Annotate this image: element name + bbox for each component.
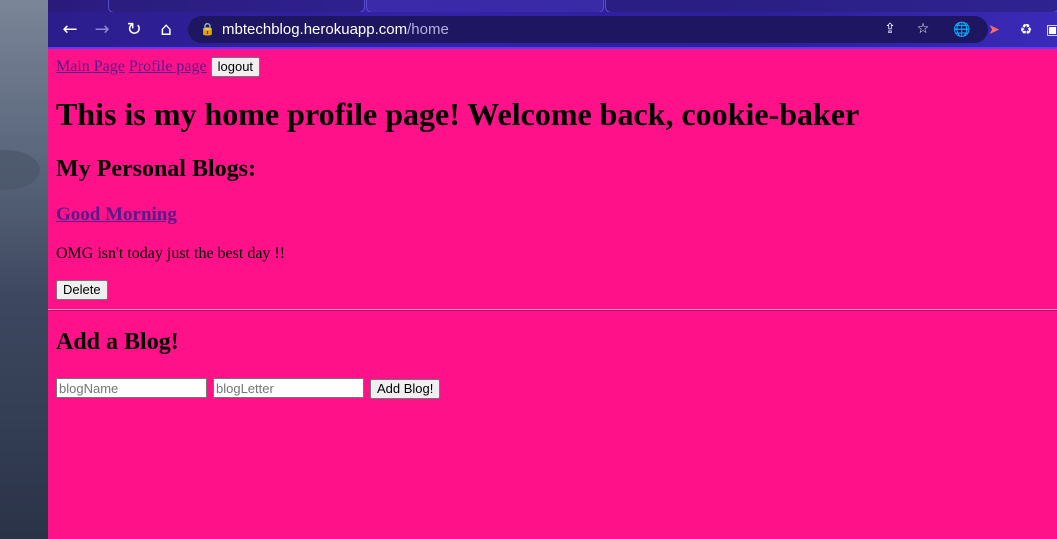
divider — [48, 309, 1057, 311]
blog-letter-input[interactable] — [213, 378, 364, 398]
page-title: This is my home profile page! Welcome ba… — [56, 96, 860, 132]
sidebar-icon[interactable]: ▣ — [1046, 20, 1057, 40]
blogs-heading: My Personal Blogs: — [56, 156, 256, 182]
top-nav: Main Page Profile page logout — [56, 57, 261, 77]
extension-arrow-icon[interactable]: ➤ — [984, 20, 1004, 40]
share-icon[interactable]: ⇪ — [878, 16, 902, 43]
extension-globe-icon[interactable]: 🌐 — [952, 20, 972, 40]
blog-text: OMG isn't today just the best day !! — [56, 245, 286, 262]
back-icon[interactable]: ← — [58, 18, 82, 42]
reload-icon[interactable]: ↻ — [122, 18, 146, 42]
browser-toolbar: ← → ↻ ⌂ 🔒 mbtechblog.herokuapp.com/home … — [48, 12, 1057, 49]
lock-icon[interactable]: 🔒 — [200, 16, 215, 43]
add-blog-heading: Add a Blog! — [56, 329, 179, 355]
url-path: /home — [407, 21, 449, 38]
page-content: Main Page Profile page logout This is my… — [48, 49, 1057, 539]
logout-button[interactable]: logout — [210, 57, 261, 77]
main-page-link[interactable]: Main Page — [56, 58, 125, 75]
forward-icon[interactable]: → — [90, 18, 114, 42]
blog-title-link[interactable]: Good Morning — [56, 204, 177, 226]
profile-page-link[interactable]: Profile page — [129, 58, 207, 75]
tab-strip — [48, 0, 1057, 13]
home-icon[interactable]: ⌂ — [154, 18, 178, 42]
add-blog-form: Add Blog! — [56, 378, 441, 399]
blog-name-input[interactable] — [56, 378, 207, 398]
bookmark-star-icon[interactable]: ☆ — [911, 16, 935, 43]
desktop-wallpaper-shape — [0, 150, 40, 190]
delete-blog-button[interactable]: Delete — [56, 280, 108, 300]
desktop-background — [0, 0, 48, 539]
browser-window: ← → ↻ ⌂ 🔒 mbtechblog.herokuapp.com/home … — [48, 0, 1057, 539]
url-host: mbtechblog.herokuapp.com — [222, 21, 408, 38]
address-bar[interactable]: 🔒 mbtechblog.herokuapp.com/home ⇪ ☆ — [188, 16, 988, 43]
add-blog-button[interactable]: Add Blog! — [370, 378, 441, 399]
address-url[interactable]: mbtechblog.herokuapp.com/home — [222, 16, 449, 43]
extensions-puzzle-icon[interactable]: ♻ — [1016, 20, 1036, 40]
